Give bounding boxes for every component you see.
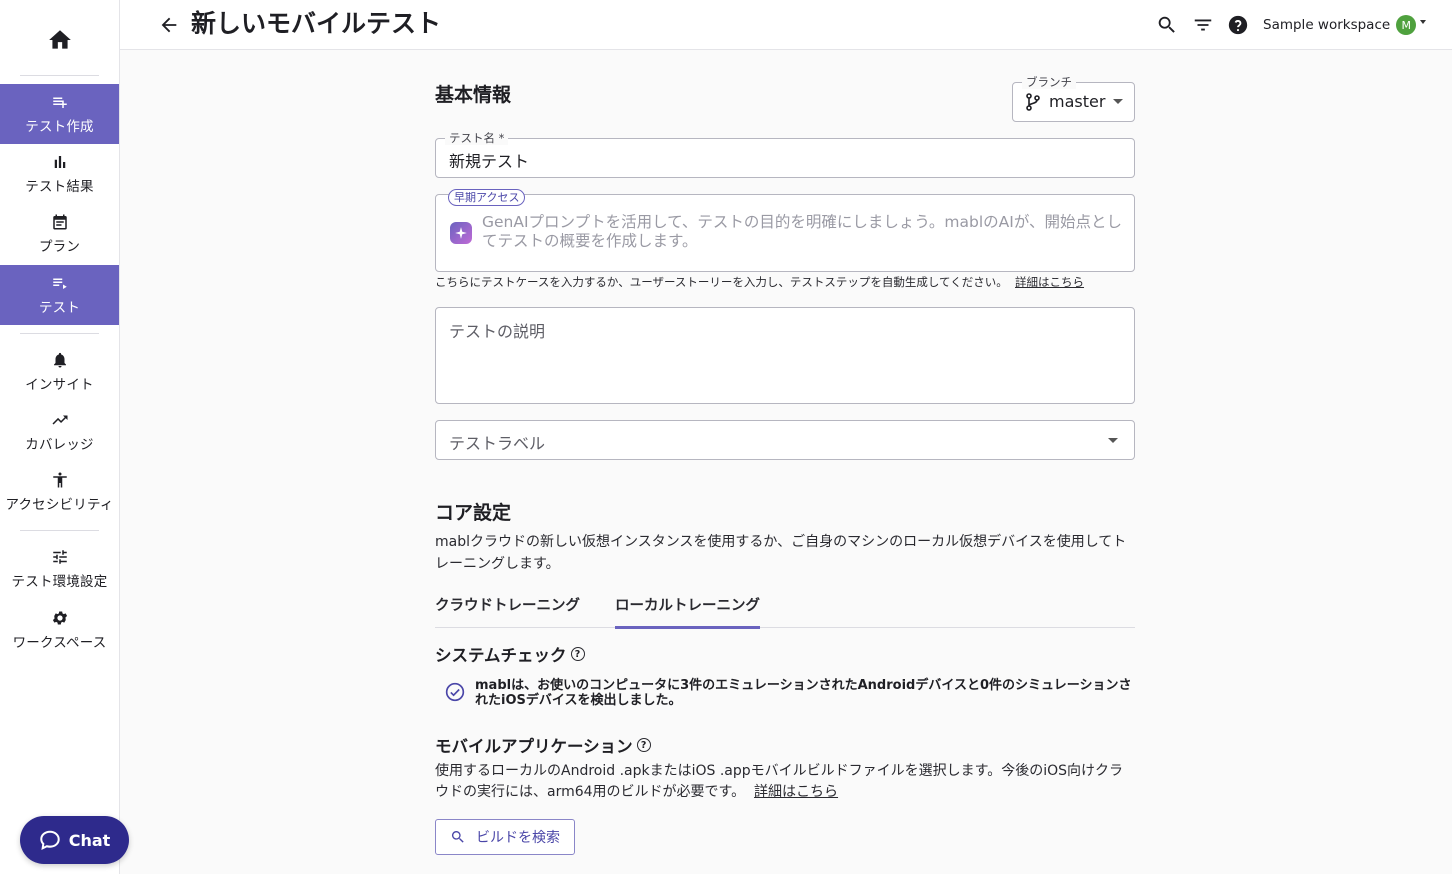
test-name-input[interactable]: テスト名 * 新規テスト (435, 131, 1135, 178)
core-settings-description: mablクラウドの新しい仮想インスタンスを使用するか、ご自身のマシンのローカル仮… (435, 534, 1127, 572)
filter-icon (1194, 19, 1212, 31)
sidebar-item-label: インサイト (25, 377, 94, 393)
back-button[interactable] (158, 14, 180, 36)
chat-button[interactable]: Chat (20, 816, 129, 864)
help-button[interactable] (1226, 13, 1250, 37)
git-branch-icon (1026, 92, 1040, 111)
sidebar-item-accessibility[interactable]: アクセシビリティ (0, 462, 119, 522)
helper-text: こちらにテストケースを入力するか、ユーザーストーリーを入力し、テストステップを自… (435, 275, 1008, 289)
trending-up-icon (52, 415, 67, 425)
early-access-badge: 早期アクセス (448, 189, 526, 206)
workspace-name: Sample workspace (1263, 17, 1391, 33)
sidebar-item-insights[interactable]: インサイト (0, 342, 119, 402)
sidebar-item-label: テスト環境設定 (11, 574, 108, 590)
bar-chart-icon (54, 156, 65, 168)
tab-cloud-training[interactable]: クラウドトレーニング (435, 594, 580, 626)
sidebar-item-workspace[interactable]: ワークスペース (0, 600, 119, 660)
chevron-down-icon (1113, 99, 1124, 104)
sidebar-item-label: プラン (38, 239, 81, 255)
arrow-back-icon (161, 17, 177, 33)
filter-button[interactable] (1191, 13, 1215, 37)
workspace-switcher[interactable]: Sample workspace M (1263, 13, 1427, 37)
chat-bubble-icon (39, 830, 60, 850)
sidebar-item-label: テスト作成 (25, 119, 94, 135)
chevron-down-icon (1420, 20, 1427, 24)
system-check-heading: システムチェック ? (435, 642, 585, 666)
playlist-play-icon (52, 278, 67, 289)
bell-icon (53, 352, 66, 368)
help-icon[interactable]: ? (570, 647, 585, 661)
search-icon (451, 831, 464, 843)
sidebar-item-create-test[interactable]: テスト作成 (0, 84, 119, 144)
basic-info-heading: 基本情報 (435, 84, 512, 106)
test-name-value: 新規テスト (449, 152, 530, 171)
branch-value: master (1049, 92, 1106, 111)
sidebar-divider (20, 333, 99, 334)
sidebar: テスト作成 テスト結果 プラン テスト インサイト カバレッジ アクセシビリティ… (0, 0, 129, 874)
test-name-label: テスト名 * (445, 131, 509, 145)
sidebar-item-label: カバレッジ (25, 437, 94, 453)
tab-local-training[interactable]: ローカルトレーニング (615, 594, 760, 629)
help-icon[interactable]: ? (636, 738, 651, 752)
learn-more-link[interactable]: 詳細はこちら (1015, 275, 1084, 289)
genai-prompt-input[interactable]: 早期アクセス GenAIプロンプトを活用して、テストの目的を明確にしましょう。m… (435, 189, 1135, 272)
sidebar-item-coverage[interactable]: カバレッジ (0, 402, 119, 462)
search-build-label: ビルドを検索 (476, 830, 560, 846)
playlist-add-icon (52, 97, 67, 108)
mobile-app-learn-more-link[interactable]: 詳細はこちら (754, 784, 838, 800)
sidebar-divider (20, 530, 99, 531)
mobile-app-description: 使用するローカルのAndroid .apkまたはiOS .appモバイルビルドフ… (435, 761, 1135, 803)
accessibility-icon (52, 472, 67, 488)
branch-select[interactable]: ブランチ master (1012, 75, 1135, 122)
sidebar-item-plans[interactable]: プラン (0, 204, 119, 264)
search-icon (1158, 16, 1175, 33)
page-title: 新しいモバイルテスト (191, 9, 442, 38)
branch-label: ブランチ (1022, 75, 1076, 89)
mobile-app-heading: モバイルアプリケーション ? (435, 733, 651, 757)
core-settings-heading: コア設定 (435, 502, 512, 524)
test-labels-placeholder: テストラベル (449, 434, 546, 453)
system-check-title: システムチェック (435, 646, 567, 665)
sidebar-item-label: アクセシビリティ (5, 497, 114, 513)
system-check-text: mablは、お使いのコンピュータに3件のエミュレーションされたAndroidデバ… (475, 678, 1132, 708)
home-button[interactable] (0, 18, 119, 62)
chat-button-label: Chat (68, 830, 111, 850)
training-tabs: クラウドトレーニング ローカルトレーニング (435, 582, 1135, 629)
sparkle-icon (450, 222, 472, 244)
mobile-app-title: モバイルアプリケーション (435, 737, 633, 756)
avatar: M (1396, 15, 1417, 35)
sidebar-divider (20, 75, 99, 76)
sidebar-item-test-results[interactable]: テスト結果 (0, 144, 119, 204)
search-button[interactable] (1155, 13, 1179, 37)
tune-icon (52, 550, 67, 564)
check-circle-icon (445, 682, 465, 702)
sidebar-item-tests[interactable]: テスト (0, 265, 119, 325)
sidebar-item-label: ワークスペース (12, 635, 107, 651)
top-bar: 新しいモバイルテスト Sample workspace M (120, 0, 1452, 50)
test-description-placeholder: テストの説明 (449, 322, 546, 341)
genai-helper-text: こちらにテストケースを入力するか、ユーザーストーリーを入力し、テストステップを自… (435, 274, 1084, 290)
test-description-input[interactable]: テストの説明 (435, 307, 1135, 404)
test-labels-select[interactable]: テストラベル (435, 420, 1135, 460)
mobile-test-form: 基本情報 ブランチ master テスト名 * 新規テスト 早期アクセス Gen… (435, 50, 1135, 874)
sidebar-item-label: テスト結果 (25, 179, 94, 195)
genai-prompt-placeholder: GenAIプロンプトを活用して、テストの目的を明確にしましょう。mablのAIが… (482, 213, 1123, 250)
search-build-button[interactable]: ビルドを検索 (435, 819, 575, 855)
calendar-icon (52, 214, 67, 230)
system-check-result: mablは、お使いのコンピュータに3件のエミュレーションされたAndroidデバ… (445, 678, 1135, 708)
home-icon (48, 30, 71, 49)
help-icon (1228, 15, 1248, 35)
sidebar-item-environment-settings[interactable]: テスト環境設定 (0, 539, 119, 599)
chevron-down-icon (1108, 438, 1118, 443)
sidebar-item-label: テスト (38, 300, 81, 316)
gear-icon (52, 611, 67, 625)
